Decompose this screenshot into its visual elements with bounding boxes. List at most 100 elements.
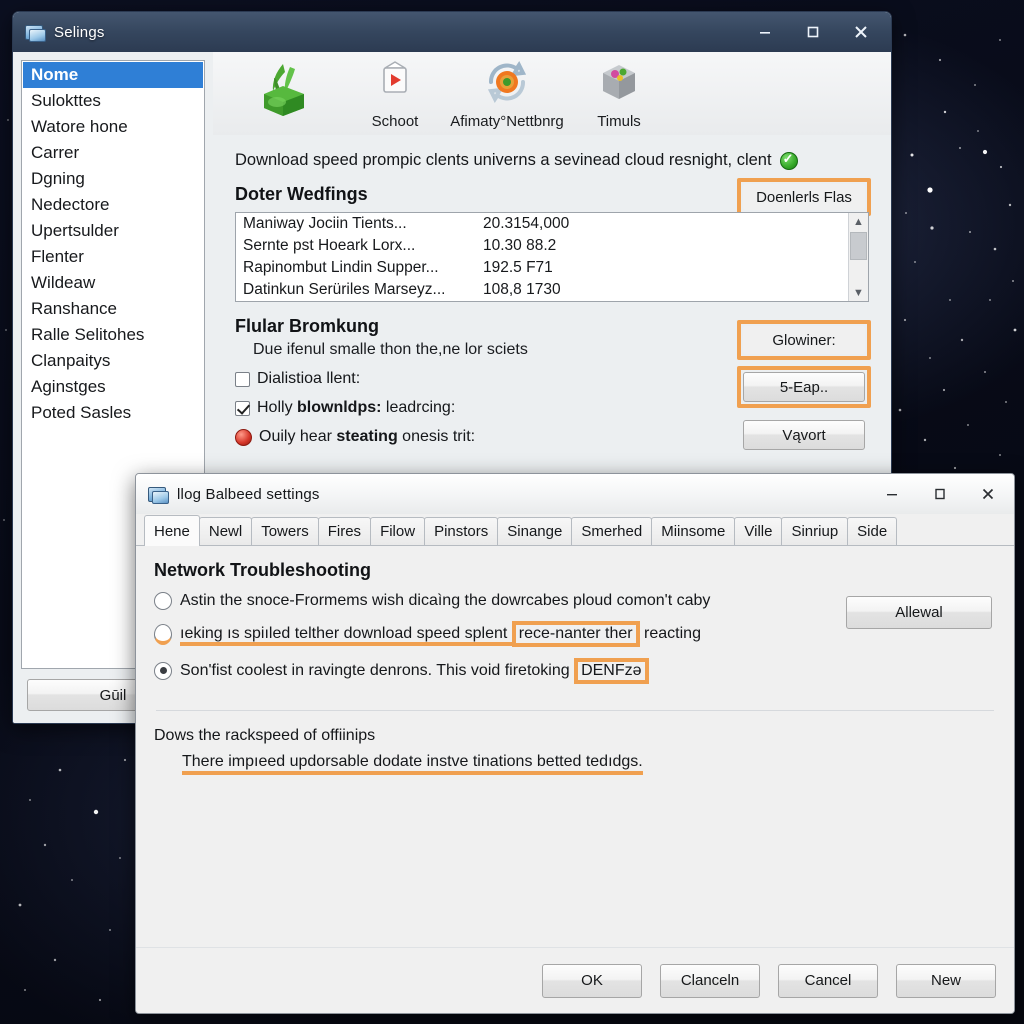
close-icon[interactable] xyxy=(964,474,1012,514)
sidebar-item-ralle-selitohes[interactable]: Ralle Selitohes xyxy=(23,322,203,348)
holly-label-c: leadrcing: xyxy=(381,399,456,416)
content-description: Download speed prompic clents univerns a… xyxy=(235,151,772,169)
tab-sinange[interactable]: Sinange xyxy=(497,517,573,545)
sidebar-item-sulokttes[interactable]: Sulokttes xyxy=(23,88,203,114)
sidebar-item-nome[interactable]: Nome xyxy=(23,62,203,88)
window-icon xyxy=(148,485,169,504)
radio-option-2[interactable] xyxy=(154,623,172,645)
tab-towers[interactable]: Towers xyxy=(251,517,319,545)
dialog-footer: OK Clanceln Cancel New xyxy=(136,947,1014,1013)
toolbar-item-leaf[interactable] xyxy=(227,52,339,141)
list-item-value: 10.30 88.2 xyxy=(483,237,557,254)
radio-option-2-text-a: ıeking ıs spiıled telther download speed… xyxy=(180,625,512,646)
radio-option-1[interactable] xyxy=(154,592,172,610)
glowiner-button[interactable]: Glowiner: xyxy=(743,326,865,354)
settings-window-title: Selings xyxy=(54,23,105,41)
leaf-plant-icon xyxy=(250,58,316,123)
toolbar: Schoot Afimaty°Nettbnrg Timuls xyxy=(213,52,891,136)
listbox-scrollbar[interactable]: ▲ ▼ xyxy=(848,213,868,301)
tab-sinriup[interactable]: Sinriup xyxy=(781,517,849,545)
toolbar-label-schoot: Schoot xyxy=(371,113,419,130)
allewal-button[interactable]: Allewal xyxy=(846,596,992,629)
seap-button[interactable]: 5-Eap.. xyxy=(743,372,865,402)
content-divider xyxy=(156,710,994,711)
checkbox-holly[interactable] xyxy=(235,400,250,416)
cube-box-icon xyxy=(595,58,643,111)
list-item[interactable]: Datinkun Serüriles Marseyz... 108,8 1730 xyxy=(236,279,868,301)
sidebar-item-ranshance[interactable]: Ranshance xyxy=(23,296,203,322)
sidebar-item-wildeaw[interactable]: Wildeaw xyxy=(23,270,203,296)
new-button[interactable]: New xyxy=(896,963,996,998)
tab-newl[interactable]: Newl xyxy=(198,517,253,545)
checkbox-dialistioa-label: Dialistioa llent: xyxy=(257,370,361,387)
toolbar-item-schoot[interactable]: Schoot xyxy=(339,52,451,141)
list-item-name: Maniway Jociin Tients... xyxy=(243,215,407,232)
sidebar-item-carrer[interactable]: Carrer xyxy=(23,140,203,166)
description-row: Download speed prompic clents univerns a… xyxy=(235,151,877,170)
scroll-up-arrow[interactable]: ▲ xyxy=(849,213,868,230)
minimize-icon[interactable] xyxy=(741,12,789,52)
settings-window-controls xyxy=(741,12,885,52)
vavort-button[interactable]: Vąvort xyxy=(743,420,865,450)
tab-side[interactable]: Side xyxy=(847,517,898,545)
tab-smerhed[interactable]: Smerhed xyxy=(571,517,653,545)
sidebar-item-upertsulder[interactable]: Upertsulder xyxy=(23,218,203,244)
maximize-icon[interactable] xyxy=(789,12,837,52)
radio-option-3[interactable] xyxy=(154,662,172,680)
checkbox-holly-label: Holly blownldps: leadrcing: xyxy=(257,399,455,417)
footer-text: There impıeed updorsable dodate instve t… xyxy=(182,753,643,775)
radio-option-3-row[interactable]: Son'fist coolest in ravingte denrons. Th… xyxy=(154,658,996,684)
scrollbar-thumb[interactable] xyxy=(850,232,867,260)
ouily-label-c: onesis trit: xyxy=(397,428,476,445)
balbeed-settings-dialog[interactable]: llog Balbeed settings Hene Newl Towers F… xyxy=(135,473,1015,1014)
tab-miinsome[interactable]: Miinsome xyxy=(651,517,736,545)
radio-red-icon[interactable] xyxy=(235,428,252,446)
sidebar-item-dgning[interactable]: Dgning xyxy=(23,166,203,192)
ok-button[interactable]: OK xyxy=(542,963,642,998)
green-check-icon xyxy=(779,151,798,170)
settings-titlebar[interactable]: Selings xyxy=(13,12,891,52)
dialog-window-title: llog Balbeed settings xyxy=(177,485,320,503)
sidebar-item-nedectore[interactable]: Nedectore xyxy=(23,192,203,218)
maximize-icon[interactable] xyxy=(916,474,964,514)
minimize-icon[interactable] xyxy=(868,474,916,514)
sidebar-item-clanpaitys[interactable]: Clanpaitys xyxy=(23,348,203,374)
radio-option-3-text-a: Son'fist coolest in ravingte denrons. Th… xyxy=(180,662,575,679)
scroll-down-arrow[interactable]: ▼ xyxy=(849,284,868,301)
list-item[interactable]: Rapinombut Lindin Supper... 192.5 F71 xyxy=(236,257,868,279)
network-sync-icon xyxy=(483,58,531,111)
footer-heading: Dows the rackspeed of offiinips xyxy=(154,727,376,744)
section-doter-header: Doter Wedfings Doenlerls Flas xyxy=(235,170,877,216)
radio-option-3-highlight: DENFzə xyxy=(574,658,649,684)
list-item[interactable]: Sernte pst Hoeark Lorx... 10.30 88.2 xyxy=(236,235,868,257)
media-play-icon xyxy=(371,58,419,111)
sidebar-item-flenter[interactable]: Flenter xyxy=(23,244,203,270)
doenlerls-flas-button[interactable]: Doenlerls Flas xyxy=(743,184,865,210)
tab-fires[interactable]: Fires xyxy=(317,517,372,545)
cancel-button[interactable]: Cancel xyxy=(778,963,878,998)
checkbox-dialistioa[interactable] xyxy=(235,371,250,387)
tab-filow[interactable]: Filow xyxy=(370,517,426,545)
clanceln-button[interactable]: Clanceln xyxy=(660,963,760,998)
tab-hene[interactable]: Hene xyxy=(144,515,200,546)
sidebar-item-aginstges[interactable]: Aginstges xyxy=(23,374,203,400)
tab-ville[interactable]: Ville xyxy=(734,517,783,545)
holly-label-b: blownldps: xyxy=(297,399,382,416)
sidebar-item-watore-hone[interactable]: Watore hone xyxy=(23,114,203,140)
radio-option-2-label: ıeking ıs spiıled telther download speed… xyxy=(180,621,701,647)
toolbar-item-network[interactable]: Afimaty°Nettbnrg xyxy=(450,52,564,141)
dialog-window-controls xyxy=(868,474,1012,514)
dialog-tabstrip[interactable]: Hene Newl Towers Fires Filow Pinstors Si… xyxy=(136,514,1014,546)
list-item-value: 20.3154,000 xyxy=(483,215,570,232)
tab-pinstors[interactable]: Pinstors xyxy=(424,517,499,545)
toolbar-item-timuls[interactable]: Timuls xyxy=(563,52,675,141)
list-item[interactable]: Maniway Jociin Tients... 20.3154,000 xyxy=(236,213,868,235)
sidebar-item-poted-sasles[interactable]: Poted Sasles xyxy=(23,400,203,426)
doter-listbox[interactable]: Maniway Jociin Tients... 20.3154,000 Ser… xyxy=(235,212,869,302)
radio-option-1-label: Astin the snoce-Frormems wish dicaìng th… xyxy=(180,592,711,609)
radio-option-2-text-b: reacting xyxy=(639,625,701,642)
radio-ouily-label: Ouily hear steating onesis trit: xyxy=(259,428,475,446)
dialog-content: Network Troubleshooting Astin the snoce-… xyxy=(136,546,1014,947)
dialog-titlebar[interactable]: llog Balbeed settings xyxy=(136,474,1014,515)
close-icon[interactable] xyxy=(837,12,885,52)
